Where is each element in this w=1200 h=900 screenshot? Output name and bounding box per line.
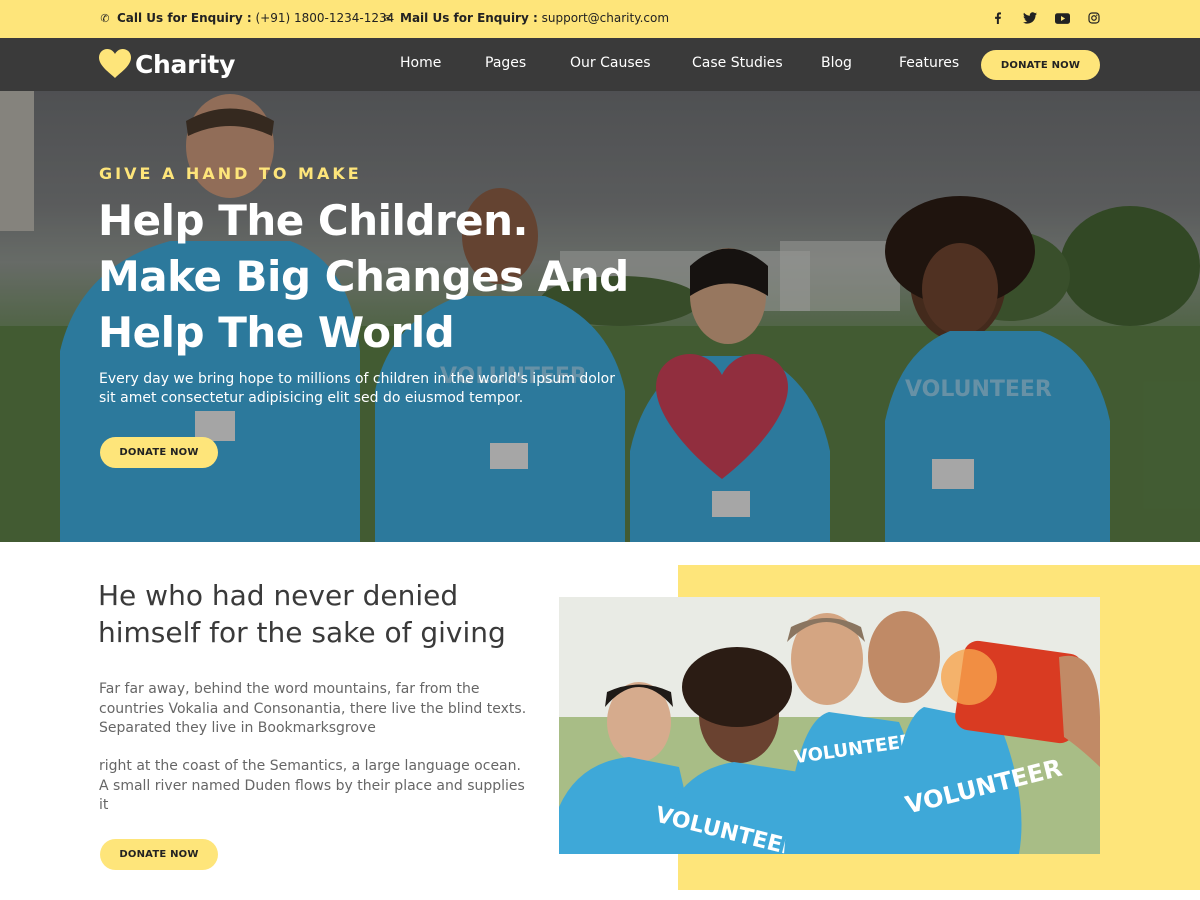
phone-contact: ✆ Call Us for Enquiry : (+91) 1800-1234-1… — [99, 11, 394, 25]
nav-donate-button[interactable]: DONATE NOW — [981, 50, 1100, 80]
top-bar: ✆ Call Us for Enquiry : (+91) 1800-1234-1… — [0, 0, 1200, 38]
social-links — [990, 10, 1102, 26]
nav-features[interactable]: Features — [899, 55, 959, 71]
heart-logo-icon — [99, 49, 131, 78]
about-donate-button[interactable]: DONATE NOW — [100, 839, 218, 870]
volunteers-illustration: VOLUNTEER VOLUNTEER VOLUNTEER — [559, 597, 1100, 854]
nav-our-causes[interactable]: Our Causes — [570, 55, 651, 71]
main-navbar: Charity Home Pages Our Causes Case Studi… — [0, 38, 1200, 91]
mail-icon: ✉ — [383, 12, 393, 25]
brand-name: Charity — [135, 49, 236, 79]
hero-description: Every day we bring hope to millions of c… — [99, 371, 616, 406]
nav-case-studies[interactable]: Case Studies — [692, 55, 783, 71]
phone-label: Call Us for Enquiry : — [117, 11, 252, 25]
instagram-icon[interactable] — [1086, 10, 1102, 26]
phone-number[interactable]: (+91) 1800-1234-1234 — [255, 11, 394, 25]
mail-contact: ✉ Mail Us for Enquiry : support@charity.c… — [382, 11, 669, 25]
nav-pages[interactable]: Pages — [485, 55, 526, 71]
nav-home[interactable]: Home — [400, 55, 441, 71]
about-paragraph-1: Far far away, behind the word mountains,… — [99, 681, 527, 736]
about-title: He who had never denied himself for the … — [98, 579, 506, 649]
volunteers-photo: VOLUNTEER VOLUNTEER VOLUNTEER — [559, 597, 1100, 854]
about-paragraph-2: right at the coast of the Semantics, a l… — [99, 758, 525, 813]
hero-eyebrow: GIVE A HAND TO MAKE — [99, 164, 362, 183]
hero-title: Help The Children. Make Big Changes And … — [98, 196, 629, 357]
hero-section: VOLUNTEER VOLUNTEER GIVE A HAND TO MAKE … — [0, 91, 1200, 542]
mail-label: Mail Us for Enquiry : — [400, 11, 538, 25]
nav-blog[interactable]: Blog — [821, 55, 852, 71]
youtube-icon[interactable] — [1054, 10, 1070, 26]
brand-logo[interactable]: Charity — [98, 48, 235, 80]
hero-donate-button[interactable]: DONATE NOW — [100, 437, 218, 468]
facebook-icon[interactable] — [990, 10, 1006, 26]
twitter-icon[interactable] — [1022, 10, 1038, 26]
mail-address[interactable]: support@charity.com — [542, 11, 669, 25]
phone-icon: ✆ — [100, 12, 110, 25]
